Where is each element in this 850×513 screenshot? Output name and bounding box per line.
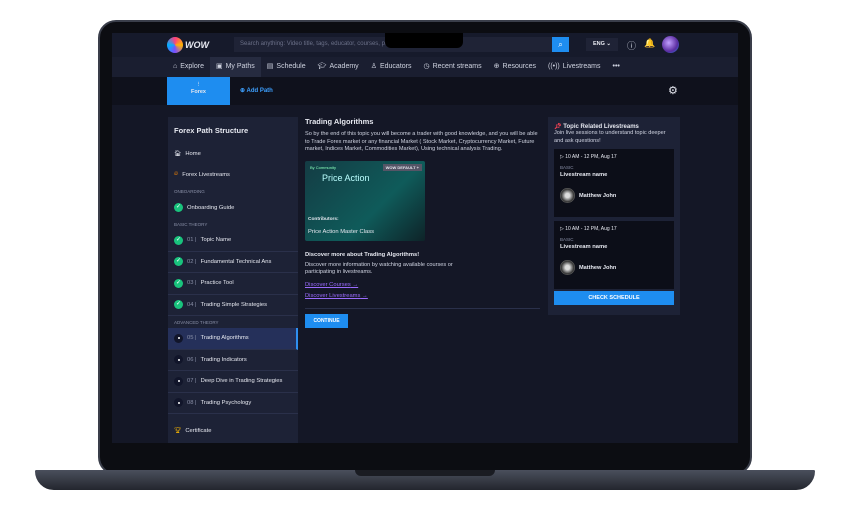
language-label: ENG [592,41,605,47]
discover-title: Discover more about Trading Algorithms! [305,251,420,258]
continue-button[interactable]: CONTINUE [305,313,348,328]
check-icon: ✓ [174,278,183,288]
stream-name: Livestream name [560,172,608,178]
stream-host: Matthew John [560,188,668,203]
course-card[interactable]: By Community WOW DEFAULT + Price Action … [305,160,425,241]
course-thumbnail-title: Price Action [322,172,370,183]
section-label: ADVANCED THEORY [174,320,219,325]
divider [305,307,540,309]
sidebar-title: Forex Path Structure [174,126,249,135]
nav-recent-streams[interactable]: ◷ Recent streams [418,57,488,77]
panel-subtitle: Join live sessions to understand topic d… [554,130,666,144]
nav-explore[interactable]: ⌂ Explore [167,57,210,77]
discover-courses-link[interactable]: Discover Courses → [305,282,540,288]
nav-educators[interactable]: ♙ Educators [365,57,418,77]
home-icon: 🏠︎ [174,150,182,157]
topic-title: Trading Algorithms [305,117,374,126]
check-icon: ✓ [174,203,183,212]
path-tab-forex[interactable]: ⫶ Forex [167,77,230,105]
nav-academy[interactable]: 🎓︎ Academy [312,57,365,77]
dot-icon [174,398,183,408]
dot-icon [174,333,183,343]
nav-my-paths[interactable]: ▣ My Paths [209,57,261,77]
topic-content: Trading Algorithms So by the end of this… [305,117,540,328]
gear-icon[interactable]: ⚙ [668,84,678,97]
dot-icon [174,376,183,386]
livestream-card[interactable]: ▷ 10 AM - 12 PM, Aug 17 BASIC Livestream… [554,149,674,217]
panel-title: 📌︎ Topic Related Livestreams [554,124,639,130]
check-schedule-button[interactable]: CHECK SCHEDULE [554,291,674,305]
stream-level: BASIC [560,165,574,170]
sidebar-topic-active[interactable]: 05 | Trading Algorithms [168,328,298,350]
sidebar-topic[interactable]: ✓ 02 | Fundamental Technical Ans [168,252,298,273]
stream-time: ▷ 10 AM - 12 PM, Aug 17 [560,226,617,232]
user-avatar[interactable] [662,36,679,53]
nav-resources[interactable]: ⊕ Resources [488,57,542,77]
community-badge: By Community [310,164,337,170]
check-icon: ✓ [174,235,183,245]
chart-icon: ⫶ [197,82,200,88]
sidebar-onboarding-guide[interactable]: ✓ Onboarding Guide [168,197,298,218]
sidebar-topic[interactable]: ✓ 03 | Practice Tool [168,273,298,295]
section-label: ONBOARDING [174,189,205,194]
wow-default-badge: WOW DEFAULT + [382,163,422,171]
stream-level: BASIC [560,237,574,242]
sidebar-home[interactable]: 🏠︎ Home [168,143,298,164]
logo[interactable]: WOW [167,36,209,54]
path-bar: ⫶ Forex ⊕ Add Path ⚙ [112,77,738,105]
discover-text: Discover more information by watching av… [305,261,453,276]
topic-description: So by the end of this topic you will bec… [305,131,538,152]
logo-icon [167,37,183,53]
nav-schedule[interactable]: ▤ Schedule [261,57,312,77]
help-icon[interactable]: ⓘ [627,39,636,52]
avatar [560,260,575,275]
more-icon[interactable]: ••• [607,57,626,77]
related-livestreams-panel: 📌︎ Topic Related Livestreams Join live s… [548,117,680,315]
sidebar-topic[interactable]: ✓ 04 | Trading Simple Strategies [168,295,298,316]
sidebar-topic[interactable]: ✓ 01 | Topic Name [168,230,298,252]
check-icon: ✓ [174,257,183,267]
language-select[interactable]: ENG ⌄ [586,38,618,51]
livestream-card[interactable]: ▷ 10 AM - 12 PM, Aug 17 BASIC Livestream… [554,221,674,289]
laptop-notch [355,470,495,476]
search-button[interactable]: ⌕ [552,37,569,52]
course-name: Price Action Master Class [308,228,375,235]
nav-livestreams[interactable]: ((•)) Livestreams [542,57,607,77]
sidebar-topic[interactable]: 08 | Trading Psychology [168,393,298,414]
trophy-icon: 🏆︎ [174,427,182,434]
avatar [560,188,575,203]
stream-name: Livestream name [560,244,608,250]
stream-time: ▷ 10 AM - 12 PM, Aug 17 [560,154,617,160]
screen: WOW Search anything: Video title, tags, … [112,33,738,443]
stream-host: Matthew John [560,260,668,275]
check-icon: ✓ [174,300,183,310]
main-nav: ⌂ Explore ▣ My Paths ▤ Schedule 🎓︎ Acade… [112,57,738,77]
sidebar-topic[interactable]: 07 | Deep Dive in Trading Strategies [168,371,298,393]
contributors-label: Contributors: [308,216,339,222]
sidebar-topic[interactable]: 06 | Trading Indicators [168,350,298,371]
dot-icon [174,355,183,365]
path-sidebar: Forex Path Structure 🏠︎ Home 🔥︎ Forex Live… [168,117,298,443]
fire-icon: 🔥︎ [174,171,179,177]
add-path-button[interactable]: ⊕ Add Path [240,87,273,94]
section-label: BASIC THEORY [174,222,208,227]
camera-notch [385,33,463,48]
sidebar-forex-livestreams[interactable]: 🔥︎ Forex Livestreams [168,164,298,185]
bell-icon[interactable]: 🔔 [644,38,655,49]
discover-livestreams-link[interactable]: Discover Livestreams → [305,293,540,299]
sidebar-certificate[interactable]: 🏆︎ Certificate [168,420,298,441]
